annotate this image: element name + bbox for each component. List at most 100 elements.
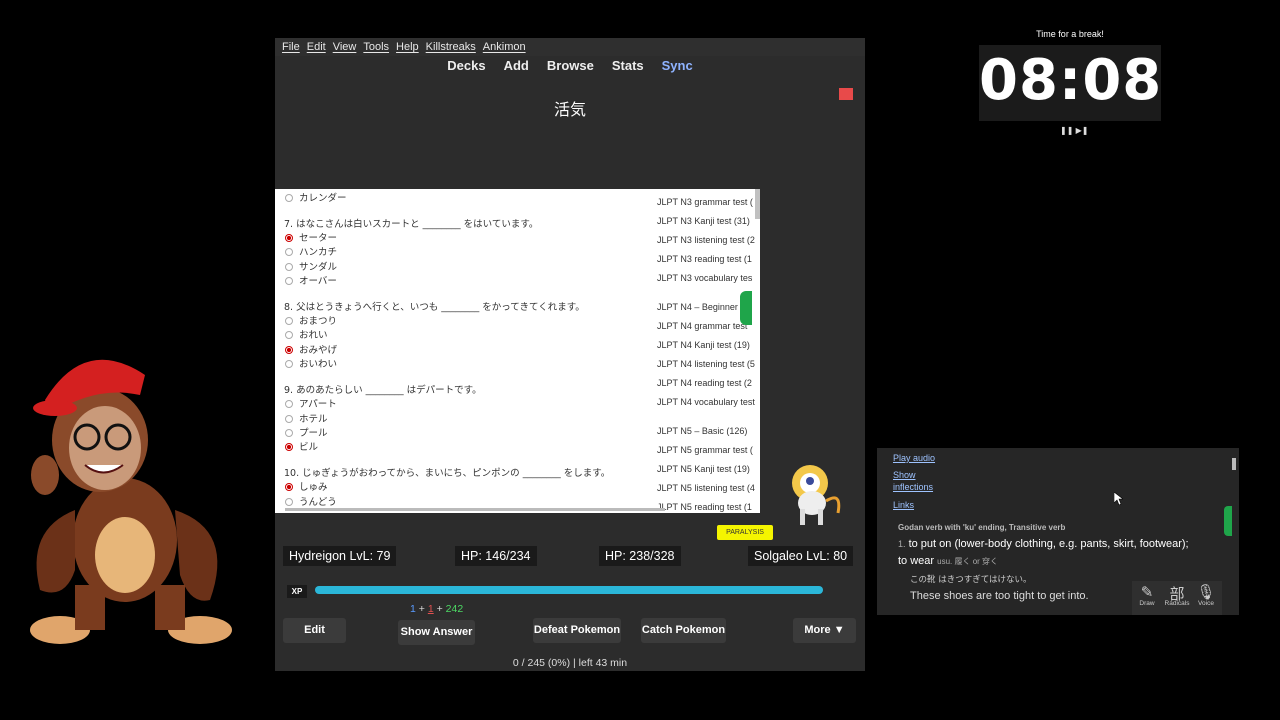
- anki-window: File Edit View Tools Help Killstreaks Ankimon …: [275, 38, 865, 671]
- enemy-pokemon-level: Solgaleo LvL: 80: [748, 546, 854, 566]
- menu-bar: File Edit View Tools Help Killstreaks Ankimon: [275, 38, 865, 56]
- radio-selected-icon[interactable]: [285, 443, 293, 451]
- quiz-option[interactable]: うんどう: [285, 494, 337, 508]
- quiz-option[interactable]: おれい: [285, 327, 328, 341]
- radio-icon[interactable]: [285, 400, 293, 408]
- radio-icon[interactable]: [285, 194, 293, 202]
- card-front-word: 活気: [553, 100, 586, 119]
- menu-killstreaks[interactable]: Killstreaks: [426, 41, 476, 53]
- draw-button[interactable]: ✎ Draw: [1132, 583, 1162, 607]
- radio-icon[interactable]: [285, 429, 293, 437]
- test-link[interactable]: JLPT N3 Kanji test (31): [657, 216, 750, 226]
- horizontal-scrollbar[interactable]: [285, 508, 665, 511]
- timer-title: Time for a break!: [1036, 29, 1104, 39]
- radio-icon[interactable]: [285, 415, 293, 423]
- tab-stats[interactable]: Stats: [612, 58, 644, 73]
- quiz-option[interactable]: おみやげ: [285, 342, 337, 356]
- new-count: 1: [410, 603, 416, 615]
- review-count: 242: [445, 603, 464, 615]
- test-link[interactable]: JLPT N3 listening test (2: [657, 235, 755, 245]
- test-link[interactable]: JLPT N4 reading test (2: [657, 378, 752, 388]
- session-progress: 0 / 245 (0%) | left 43 min: [512, 657, 628, 669]
- radio-icon[interactable]: [285, 498, 293, 506]
- side-widget-tab[interactable]: [1224, 506, 1232, 536]
- radio-selected-icon[interactable]: [285, 483, 293, 491]
- menu-tools[interactable]: Tools: [363, 41, 389, 53]
- test-link[interactable]: JLPT N4 vocabulary test: [657, 397, 755, 407]
- radio-selected-icon[interactable]: [285, 234, 293, 242]
- test-link[interactable]: JLPT N3 vocabulary tes: [657, 273, 752, 283]
- test-link[interactable]: JLPT N5 listening test (4: [657, 483, 755, 493]
- example-japanese: この靴 はきつすぎてはけない。: [910, 575, 1032, 585]
- definition-number: 1.: [898, 539, 906, 549]
- radical-icon: 部: [1169, 586, 1185, 603]
- radio-icon[interactable]: [285, 360, 293, 368]
- mouse-cursor-icon: [1114, 492, 1123, 505]
- defeat-pokemon-button[interactable]: Defeat Pokemon: [533, 618, 621, 643]
- show-answer-button[interactable]: Show Answer: [398, 620, 475, 645]
- radicals-button[interactable]: 部 Radicals: [1162, 583, 1192, 607]
- quiz-option[interactable]: おまつり: [285, 313, 337, 327]
- test-link[interactable]: JLPT N5 – Basic (126): [657, 426, 747, 436]
- test-link[interactable]: JLPT N5 grammar test (: [657, 445, 753, 455]
- tab-add[interactable]: Add: [504, 58, 529, 73]
- test-link[interactable]: JLPT N4 grammar test: [657, 321, 747, 331]
- tab-decks[interactable]: Decks: [447, 58, 485, 73]
- dictionary-scrollbar[interactable]: [1232, 458, 1236, 470]
- quiz-option[interactable]: ハンカチ: [285, 244, 337, 258]
- test-link[interactable]: JLPT N4 – Beginner: [657, 302, 738, 312]
- test-link[interactable]: JLPT N5 Kanji test (19): [657, 464, 750, 474]
- play-audio-link[interactable]: Play audio: [893, 453, 935, 463]
- test-link[interactable]: JLPT N4 listening test (5: [657, 359, 755, 369]
- top-toolbar: Decks Add Browse Stats Sync: [275, 58, 865, 73]
- more-button[interactable]: More ▼: [793, 618, 856, 643]
- player-pokemon-level: Hydreigon LvL: 79: [283, 546, 397, 566]
- menu-ankimon[interactable]: Ankimon: [483, 41, 526, 53]
- quiz-option[interactable]: ホテル: [285, 411, 328, 425]
- definition-text-2: to wear: [898, 555, 935, 567]
- flag-icon[interactable]: [839, 88, 853, 100]
- links-link[interactable]: Links: [893, 500, 914, 510]
- quiz-option[interactable]: しゅみ: [285, 479, 328, 493]
- definition: 1. to put on (lower-body clothing, e.g. …: [898, 536, 1218, 570]
- menu-help[interactable]: Help: [396, 41, 419, 53]
- quiz-option[interactable]: ビル: [285, 439, 318, 453]
- show-inflections-link[interactable]: Show: [893, 470, 916, 480]
- quiz-option[interactable]: プール: [285, 425, 328, 439]
- quiz-option[interactable]: セーター: [285, 230, 337, 244]
- test-link[interactable]: JLPT N4 Kanji test (19): [657, 340, 750, 350]
- menu-view[interactable]: View: [333, 41, 357, 53]
- quiz-option[interactable]: おいわい: [285, 356, 337, 370]
- test-list-sidebar: JLPT N3 grammar test ( JLPT N3 Kanji tes…: [657, 189, 760, 513]
- tab-sync[interactable]: Sync: [662, 58, 693, 73]
- edit-button[interactable]: Edit: [283, 618, 346, 643]
- radio-icon[interactable]: [285, 248, 293, 256]
- radio-icon[interactable]: [285, 331, 293, 339]
- quiz-prev-option[interactable]: カレンダー: [285, 190, 347, 204]
- menu-file[interactable]: File: [282, 41, 300, 53]
- voice-button[interactable]: 🎙 Voice: [1191, 583, 1221, 607]
- definition-note: usu. 履く or 穿く: [937, 557, 999, 566]
- quiz-option[interactable]: アパート: [285, 396, 337, 410]
- show-inflections-link-line2[interactable]: inflections: [893, 482, 933, 492]
- radio-icon[interactable]: [285, 317, 293, 325]
- enemy-hp: HP: 238/328: [599, 546, 681, 566]
- pencil-icon: ✎: [1140, 584, 1154, 601]
- test-link[interactable]: JLPT N3 grammar test (: [657, 197, 753, 207]
- vertical-scrollbar[interactable]: [755, 189, 760, 219]
- radio-icon[interactable]: [285, 277, 293, 285]
- quiz-question-10: 10. じゅぎょうがおわってから、まいにち、ピンポンの ________ をしま…: [284, 468, 611, 479]
- radio-selected-icon[interactable]: [285, 346, 293, 354]
- test-link[interactable]: JLPT N5 reading test (1: [657, 502, 752, 512]
- tab-browse[interactable]: Browse: [547, 58, 594, 73]
- radio-icon[interactable]: [285, 263, 293, 271]
- definition-text: to put on (lower-body clothing, e.g. pan…: [908, 538, 1189, 550]
- menu-edit[interactable]: Edit: [307, 41, 326, 53]
- side-widget-tab[interactable]: [740, 291, 752, 325]
- quiz-option[interactable]: オーバー: [285, 273, 337, 287]
- catch-pokemon-button[interactable]: Catch Pokemon: [641, 618, 726, 643]
- quiz-option[interactable]: サンダル: [285, 259, 337, 273]
- example-english: These shoes are too tight to get into.: [910, 590, 1089, 602]
- test-link[interactable]: JLPT N3 reading test (1: [657, 254, 752, 264]
- timer-pause-skip-icon[interactable]: ❚❚ ▶❚: [1060, 126, 1088, 135]
